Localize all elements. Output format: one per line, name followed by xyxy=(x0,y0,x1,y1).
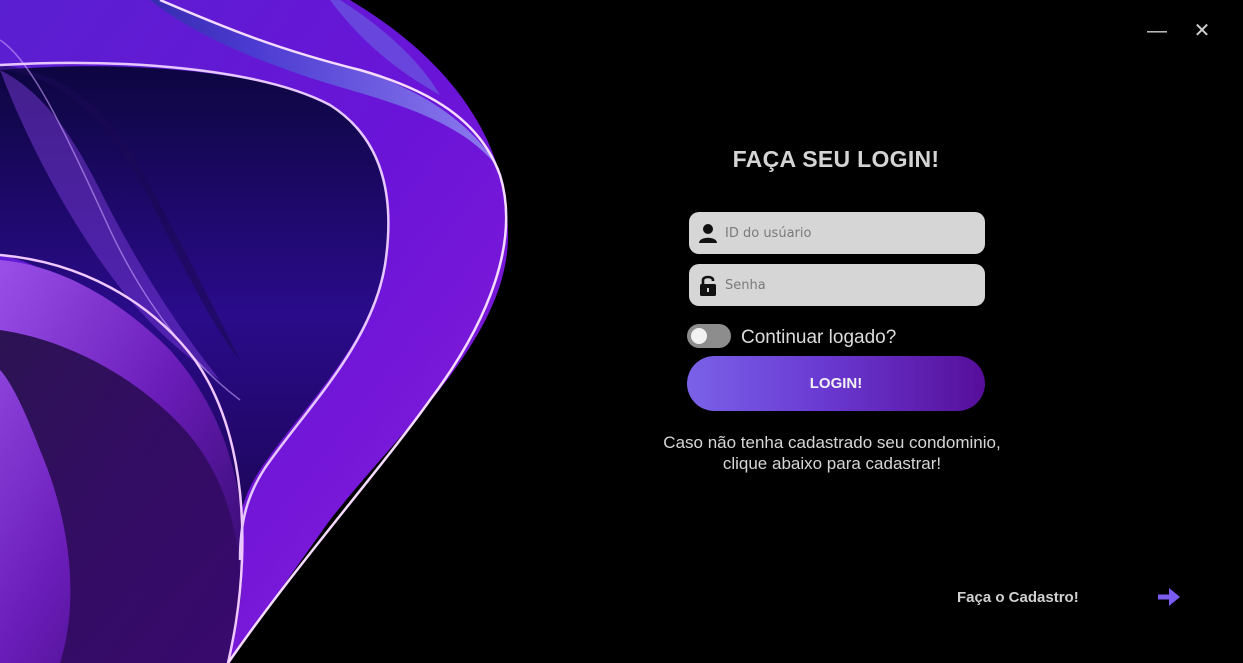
user-id-input[interactable] xyxy=(725,212,975,254)
minimize-button[interactable]: — xyxy=(1140,14,1174,48)
lock-icon xyxy=(700,275,716,296)
login-button[interactable]: LOGIN! xyxy=(687,356,985,411)
password-field[interactable] xyxy=(689,264,985,306)
register-info-line-2: clique abaixo para cadastrar! xyxy=(722,454,942,473)
login-title: FAÇA SEU LOGIN! xyxy=(732,146,940,172)
arrow-right-icon[interactable] xyxy=(1156,586,1182,608)
register-info-text: Caso não tenha cadastrado seu condominio… xyxy=(612,432,1052,474)
signup-link[interactable]: Faça o Cadastro! xyxy=(957,589,1079,606)
toggle-knob xyxy=(691,328,707,344)
register-info-line-1: Caso não tenha cadastrado seu condominio… xyxy=(663,433,1001,452)
password-input[interactable] xyxy=(725,264,975,306)
close-button[interactable]: ✕ xyxy=(1185,14,1219,48)
abstract-purple-waves-art xyxy=(0,0,560,663)
login-window: — ✕ FAÇA SEU LOGIN! Continuar logado? LO… xyxy=(0,0,1243,663)
user-id-field[interactable] xyxy=(689,212,985,254)
remember-me-toggle[interactable] xyxy=(687,324,731,348)
remember-me-label: Continuar logado? xyxy=(741,327,897,348)
user-icon xyxy=(699,224,717,243)
